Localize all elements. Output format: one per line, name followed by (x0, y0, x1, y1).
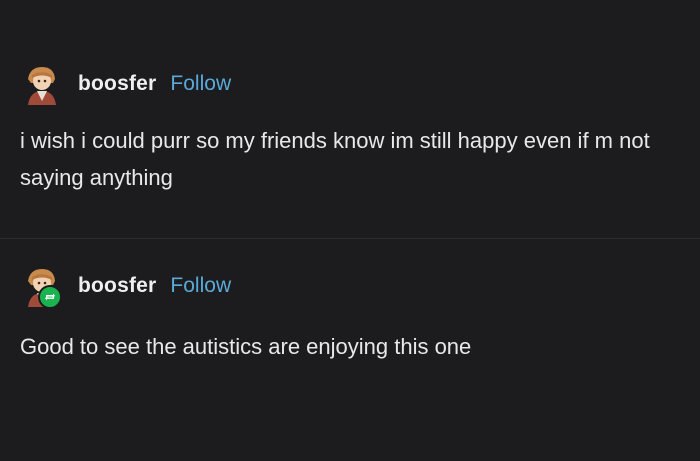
reblog-icon (38, 285, 62, 309)
user-avatar[interactable] (20, 61, 66, 107)
post-header: boosfer Follow (0, 60, 700, 108)
post-body-text: Good to see the autistics are enjoying t… (20, 334, 472, 359)
post-body-text: i wish i could purr so my friends know i… (20, 128, 650, 190)
anime-girl-avatar-icon (20, 61, 66, 107)
user-avatar[interactable] (20, 263, 66, 309)
post-header: boosfer Follow (0, 262, 700, 310)
follow-button[interactable]: Follow (170, 72, 231, 96)
post-reblog: boosfer Follow Good to see the autistics… (0, 262, 700, 365)
post-original: boosfer Follow i wish i could purr so my… (0, 60, 700, 196)
follow-button[interactable]: Follow (170, 274, 231, 298)
username[interactable]: boosfer (78, 72, 156, 96)
post-divider (0, 238, 700, 239)
username[interactable]: boosfer (78, 274, 156, 298)
